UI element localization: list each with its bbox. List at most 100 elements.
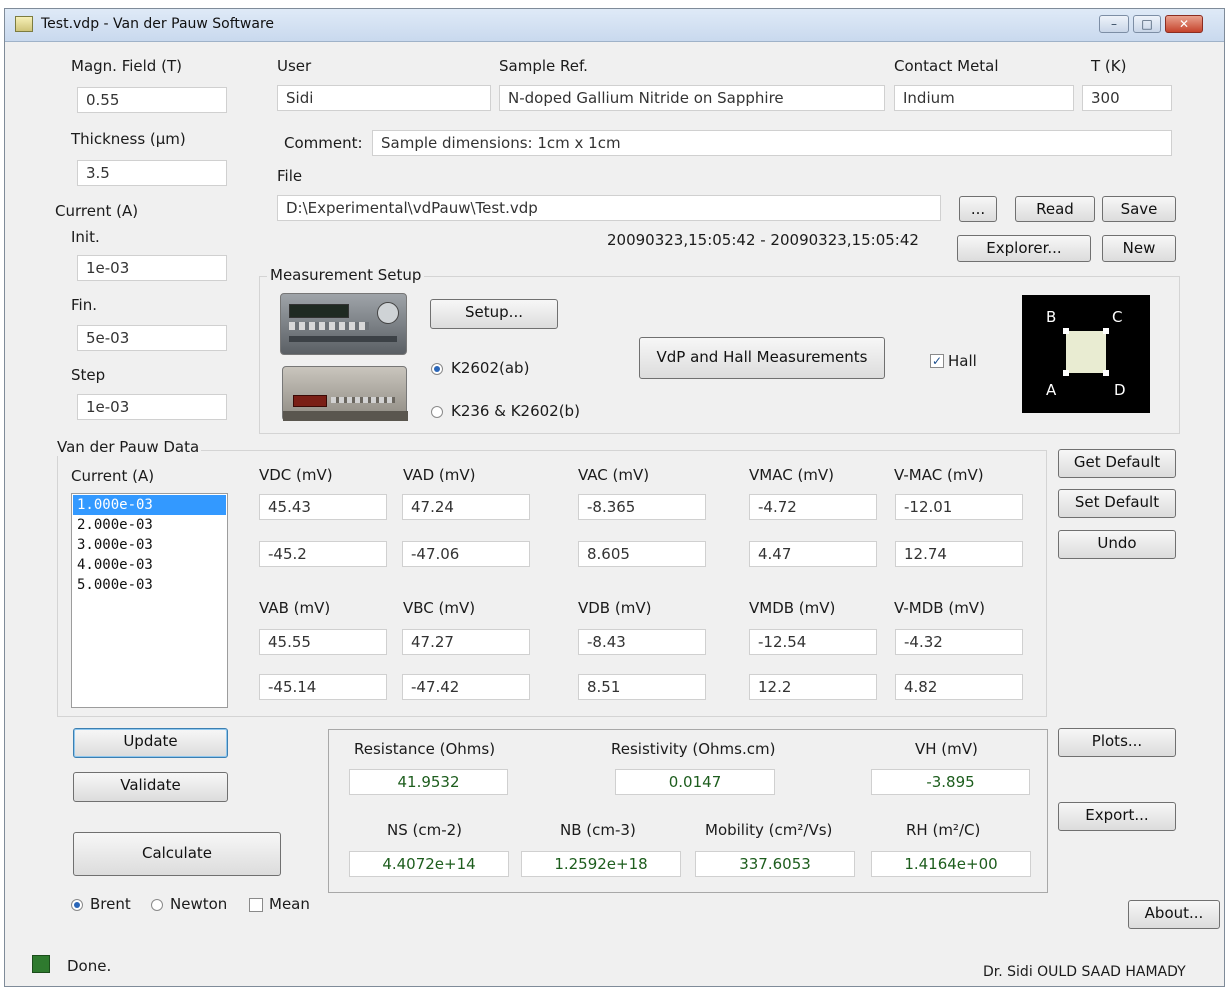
init-label: Init. (71, 228, 100, 246)
vad-neg-input[interactable]: -47.06 (402, 541, 530, 567)
user-input[interactable]: Sidi (277, 85, 491, 111)
contact-metal-label: Contact Metal (894, 57, 999, 75)
temperature-label: T (K) (1091, 57, 1127, 75)
contact-b-dot (1063, 328, 1069, 334)
rh-label: RH (m²/C) (906, 821, 981, 839)
file-path-input[interactable]: D:\Experimental\vdPauw\Test.vdp (277, 195, 941, 221)
vmac-pos-input[interactable]: -4.72 (749, 494, 877, 520)
vbc-neg-input[interactable]: -47.42 (402, 674, 530, 700)
temperature-input[interactable]: 300 (1082, 85, 1172, 111)
vad-pos-input[interactable]: 47.24 (402, 494, 530, 520)
new-button[interactable]: New (1102, 235, 1176, 262)
vac-header: VAC (mV) (578, 466, 650, 484)
comment-input[interactable]: Sample dimensions: 1cm x 1cm (372, 130, 1172, 156)
magn-field-input[interactable]: 0.55 (77, 87, 227, 113)
undo-button[interactable]: Undo (1058, 530, 1176, 559)
brent-label: Brent (90, 895, 131, 913)
thickness-input[interactable]: 3.5 (77, 160, 227, 186)
sample-square (1066, 331, 1106, 373)
list-item[interactable]: 3.000e-03 (73, 535, 226, 555)
v-mac-header: V-MAC (mV) (894, 466, 984, 484)
vmac-neg-input[interactable]: 4.47 (749, 541, 877, 567)
vab-header: VAB (mV) (259, 599, 331, 617)
step-current-input[interactable]: 1e-03 (77, 394, 227, 420)
mobility-output: 337.6053 (695, 851, 855, 877)
status-text: Done. (67, 957, 112, 975)
vdc-neg-input[interactable]: -45.2 (259, 541, 387, 567)
mean-checkbox[interactable] (249, 898, 263, 912)
read-button[interactable]: Read (1015, 196, 1095, 222)
browse-button[interactable]: ... (959, 196, 997, 222)
maximize-button[interactable]: □ (1133, 15, 1161, 33)
vbc-pos-input[interactable]: 47.27 (402, 629, 530, 655)
save-button[interactable]: Save (1102, 196, 1176, 222)
resistance-output: 41.9532 (349, 769, 508, 795)
list-item[interactable]: 5.000e-03 (73, 575, 226, 595)
title-bar: Test.vdp - Van der Pauw Software – □ ✕ (5, 9, 1224, 42)
resistivity-label: Resistivity (Ohms.cm) (611, 740, 776, 758)
v-mac-neg-input[interactable]: 12.74 (895, 541, 1023, 567)
keithley-2602-image (280, 293, 407, 355)
vdb-pos-input[interactable]: -8.43 (578, 629, 706, 655)
sample-ref-input[interactable]: N-doped Gallium Nitride on Sapphire (499, 85, 885, 111)
vmdb-neg-input[interactable]: 12.2 (749, 674, 877, 700)
init-current-input[interactable]: 1e-03 (77, 255, 227, 281)
nb-output: 1.2592e+18 (521, 851, 681, 877)
contact-a-dot (1063, 370, 1069, 376)
current-list[interactable]: 1.000e-03 2.000e-03 3.000e-03 4.000e-03 … (71, 493, 228, 708)
contact-d-dot (1103, 370, 1109, 376)
file-timestamp: 20090323,15:05:42 - 20090323,15:05:42 (607, 231, 919, 249)
export-button[interactable]: Export... (1058, 802, 1176, 831)
list-item[interactable]: 4.000e-03 (73, 555, 226, 575)
list-item[interactable]: 1.000e-03 (73, 495, 226, 515)
window-title: Test.vdp - Van der Pauw Software (41, 16, 275, 32)
newton-radio[interactable] (151, 899, 163, 911)
vdp-hall-measurements-button[interactable]: VdP and Hall Measurements (639, 337, 885, 379)
current-label: Current (A) (55, 202, 139, 220)
newton-label: Newton (170, 895, 228, 913)
explorer-button[interactable]: Explorer... (957, 235, 1091, 262)
set-default-button[interactable]: Set Default (1058, 489, 1176, 518)
update-button[interactable]: Update (73, 728, 228, 758)
vac-pos-input[interactable]: -8.365 (578, 494, 706, 520)
setup-button[interactable]: Setup... (430, 299, 558, 329)
vdp-data-title: Van der Pauw Data (55, 438, 202, 456)
about-button[interactable]: About... (1128, 900, 1220, 929)
vab-neg-input[interactable]: -45.14 (259, 674, 387, 700)
list-item[interactable]: 2.000e-03 (73, 515, 226, 535)
brent-radio[interactable] (71, 899, 83, 911)
k236-k2602b-radio[interactable] (431, 406, 443, 418)
contact-d-label: D (1114, 381, 1126, 399)
contact-metal-input[interactable]: Indium (894, 85, 1074, 111)
vmdb-pos-input[interactable]: -12.54 (749, 629, 877, 655)
vad-header: VAD (mV) (403, 466, 476, 484)
comment-label: Comment: (284, 134, 363, 152)
close-button[interactable]: ✕ (1165, 15, 1203, 33)
validate-button[interactable]: Validate (73, 772, 228, 802)
calculate-button[interactable]: Calculate (73, 832, 281, 876)
contact-diagram: B C A D (1022, 295, 1150, 413)
step-label: Step (71, 366, 106, 384)
vab-pos-input[interactable]: 45.55 (259, 629, 387, 655)
nb-label: NB (cm-3) (560, 821, 636, 839)
plots-button[interactable]: Plots... (1058, 728, 1176, 757)
minimize-button[interactable]: – (1099, 15, 1129, 33)
mobility-label: Mobility (cm²/Vs) (705, 821, 833, 839)
v-mac-pos-input[interactable]: -12.01 (895, 494, 1023, 520)
contact-a-label: A (1046, 381, 1057, 399)
v-mdb-pos-input[interactable]: -4.32 (895, 629, 1023, 655)
vdc-pos-input[interactable]: 45.43 (259, 494, 387, 520)
k2602ab-radio[interactable] (431, 363, 443, 375)
measurement-setup-title: Measurement Setup (267, 266, 425, 284)
hall-label: Hall (948, 352, 977, 370)
get-default-button[interactable]: Get Default (1058, 449, 1176, 478)
user-label: User (277, 57, 312, 75)
vdp-current-label: Current (A) (71, 467, 155, 485)
ns-label: NS (cm-2) (387, 821, 463, 839)
vdb-neg-input[interactable]: 8.51 (578, 674, 706, 700)
hall-checkbox[interactable]: ✓ (930, 354, 944, 368)
v-mdb-neg-input[interactable]: 4.82 (895, 674, 1023, 700)
file-label: File (277, 167, 303, 185)
vac-neg-input[interactable]: 8.605 (578, 541, 706, 567)
fin-current-input[interactable]: 5e-03 (77, 325, 227, 351)
